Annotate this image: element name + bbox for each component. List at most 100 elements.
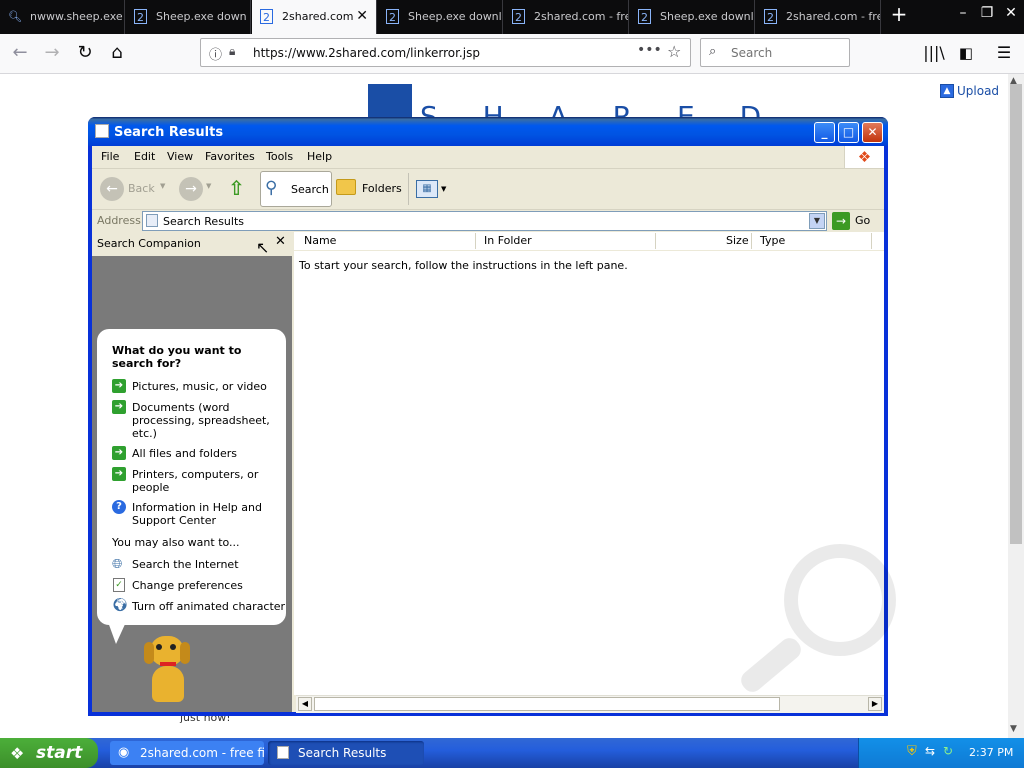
address-label: Address — [97, 214, 141, 227]
menu-edit[interactable]: Edit — [134, 150, 155, 163]
back-button-label[interactable]: Back — [128, 182, 155, 195]
new-tab-icon[interactable]: + — [888, 2, 910, 26]
column-divider[interactable] — [751, 233, 752, 249]
search-bar[interactable]: ⌕ Search — [700, 38, 850, 67]
option-documents[interactable]: Documents (word processing, spreadsheet,… — [132, 401, 272, 440]
menu-favorites[interactable]: Favorites — [205, 150, 255, 163]
search-window-icon — [277, 746, 289, 759]
menu-help[interactable]: Help — [307, 150, 332, 163]
search-button-label: Search — [291, 183, 329, 196]
horizontal-scrollbar[interactable]: ◀ ▶ — [296, 695, 884, 713]
column-divider[interactable] — [475, 233, 476, 249]
scroll-down-icon[interactable]: ▼ — [1010, 724, 1017, 734]
option-help-center[interactable]: Information in Help and Support Center — [132, 501, 272, 527]
minimize-button[interactable]: _ — [814, 122, 835, 143]
option-turn-off-character[interactable]: Turn off animated character — [132, 600, 285, 613]
column-divider[interactable] — [655, 233, 656, 249]
upload-icon[interactable]: ▲ — [940, 84, 954, 98]
close-button[interactable]: ✕ — [862, 122, 883, 143]
browser-tab[interactable]: 2 2shared.com - fre — [756, 0, 881, 34]
browser-tab[interactable]: 2 2shared.com - fre — [504, 0, 629, 34]
reload-icon[interactable]: ↻ — [73, 42, 97, 66]
2shared-icon: 2 — [512, 9, 525, 24]
url-bar[interactable]: ⓘ 🔒︎ https://www.2shared.com/linkerror.j… — [200, 38, 691, 67]
start-button[interactable]: ❖ start — [0, 738, 98, 768]
bubble-tail — [108, 622, 126, 644]
2shared-icon: 2 — [638, 9, 651, 24]
back-icon[interactable]: ← — [100, 177, 124, 201]
green-arrow-icon: ➔ — [112, 379, 126, 393]
browser-tab[interactable]: 🔍︎ nwww.sheep.exe — [0, 0, 125, 34]
character-icon: 🌍︎ — [112, 598, 129, 613]
column-size[interactable]: Size — [726, 234, 749, 247]
forward-dropdown-icon[interactable]: ▼ — [206, 182, 211, 190]
window-title-bar[interactable]: Search Results _ □ ✕ — [88, 117, 888, 146]
option-printers[interactable]: Printers, computers, or people — [132, 468, 272, 494]
page-scrollbar[interactable]: ▲ ▼ — [1008, 74, 1024, 738]
hscroll-thumb[interactable] — [314, 697, 780, 711]
address-dropdown-icon[interactable]: ▼ — [809, 213, 825, 229]
close-pane-icon[interactable]: ✕ — [275, 234, 286, 249]
browser-tab[interactable]: 2 Sheep.exe down — [126, 0, 251, 34]
go-button-label[interactable]: Go — [855, 214, 870, 227]
browser-tab[interactable]: 2 Sheep.exe downl — [630, 0, 755, 34]
toolbar-separator — [408, 173, 409, 205]
option-all-files[interactable]: All files and folders — [132, 447, 272, 460]
scroll-right-icon[interactable]: ▶ — [868, 697, 882, 711]
scroll-left-icon[interactable]: ◀ — [298, 697, 312, 711]
restore-icon[interactable]: ❐ — [976, 5, 998, 21]
option-change-preferences[interactable]: Change preferences — [132, 579, 243, 592]
2shared-icon: 2 — [386, 9, 399, 24]
search-magnifier-icon: ⚲ — [265, 178, 278, 198]
menu-file[interactable]: File — [101, 150, 119, 163]
minimize-icon[interactable]: – — [952, 5, 974, 21]
column-divider[interactable] — [871, 233, 872, 249]
views-icon[interactable]: ▦ — [416, 180, 438, 198]
folders-icon[interactable] — [336, 179, 356, 195]
taskbar-button-browser[interactable]: ◉ 2shared.com - free fil... — [110, 741, 264, 765]
browser-tab-active[interactable]: 2 2shared.com ✕ — [252, 0, 377, 34]
close-tab-icon[interactable]: ✕ — [356, 8, 368, 24]
hamburger-menu-icon[interactable]: ☰ — [992, 42, 1016, 66]
url-text[interactable]: https://www.2shared.com/linkerror.jsp — [253, 46, 480, 60]
windows-flag-icon: ❖ — [10, 744, 25, 763]
go-arrow-icon[interactable]: → — [832, 212, 850, 230]
bookmark-star-icon[interactable]: ☆ — [667, 42, 681, 61]
update-icon[interactable]: ↻ — [943, 744, 953, 758]
library-icon[interactable]: |||\ — [922, 42, 946, 66]
column-name[interactable]: Name — [304, 234, 336, 247]
security-shield-icon[interactable]: ⛨ — [907, 744, 917, 759]
close-window-icon[interactable]: ✕ — [1000, 5, 1022, 21]
results-list[interactable]: To start your search, follow the instruc… — [294, 232, 896, 696]
start-label: start — [36, 743, 83, 763]
views-dropdown-icon[interactable]: ▼ — [441, 185, 446, 193]
upload-link[interactable]: Upload — [957, 84, 999, 98]
back-arrow-icon[interactable]: ← — [8, 42, 32, 66]
column-in-folder[interactable]: In Folder — [484, 234, 532, 247]
page-actions-icon[interactable]: ••• — [637, 42, 662, 58]
back-dropdown-icon[interactable]: ▼ — [160, 182, 165, 190]
menu-tools[interactable]: Tools — [266, 150, 293, 163]
taskbar-button-search-results[interactable]: Search Results — [268, 741, 424, 765]
maximize-button[interactable]: □ — [838, 122, 859, 143]
forward-icon[interactable]: → — [179, 177, 203, 201]
home-icon[interactable]: ⌂ — [105, 42, 129, 66]
scroll-thumb[interactable] — [1010, 84, 1022, 544]
column-type[interactable]: Type — [760, 234, 785, 247]
network-icon[interactable]: ⇆ — [925, 744, 935, 758]
address-field[interactable]: Search Results ▼ — [142, 211, 827, 231]
up-folder-icon[interactable]: ⇧ — [228, 176, 245, 200]
folders-button-label[interactable]: Folders — [362, 182, 402, 195]
browser-tab[interactable]: 2 Sheep.exe downl — [378, 0, 503, 34]
search-toggle-button[interactable]: ⚲ Search — [260, 171, 332, 207]
search-placeholder[interactable]: Search — [731, 46, 772, 60]
option-pictures[interactable]: Pictures, music, or video — [132, 380, 272, 393]
clock[interactable]: 2:37 PM — [969, 746, 1013, 759]
option-search-internet[interactable]: Search the Internet — [132, 558, 239, 571]
menu-view[interactable]: View — [167, 150, 193, 163]
rover-dog-character[interactable] — [140, 636, 200, 706]
info-icon[interactable]: ⓘ — [209, 44, 222, 63]
menu-bar: File Edit View Favorites Tools Help ❖ — [92, 146, 884, 169]
forward-arrow-icon[interactable]: → — [40, 42, 64, 66]
sidebar-icon[interactable]: ◧ — [954, 42, 978, 66]
